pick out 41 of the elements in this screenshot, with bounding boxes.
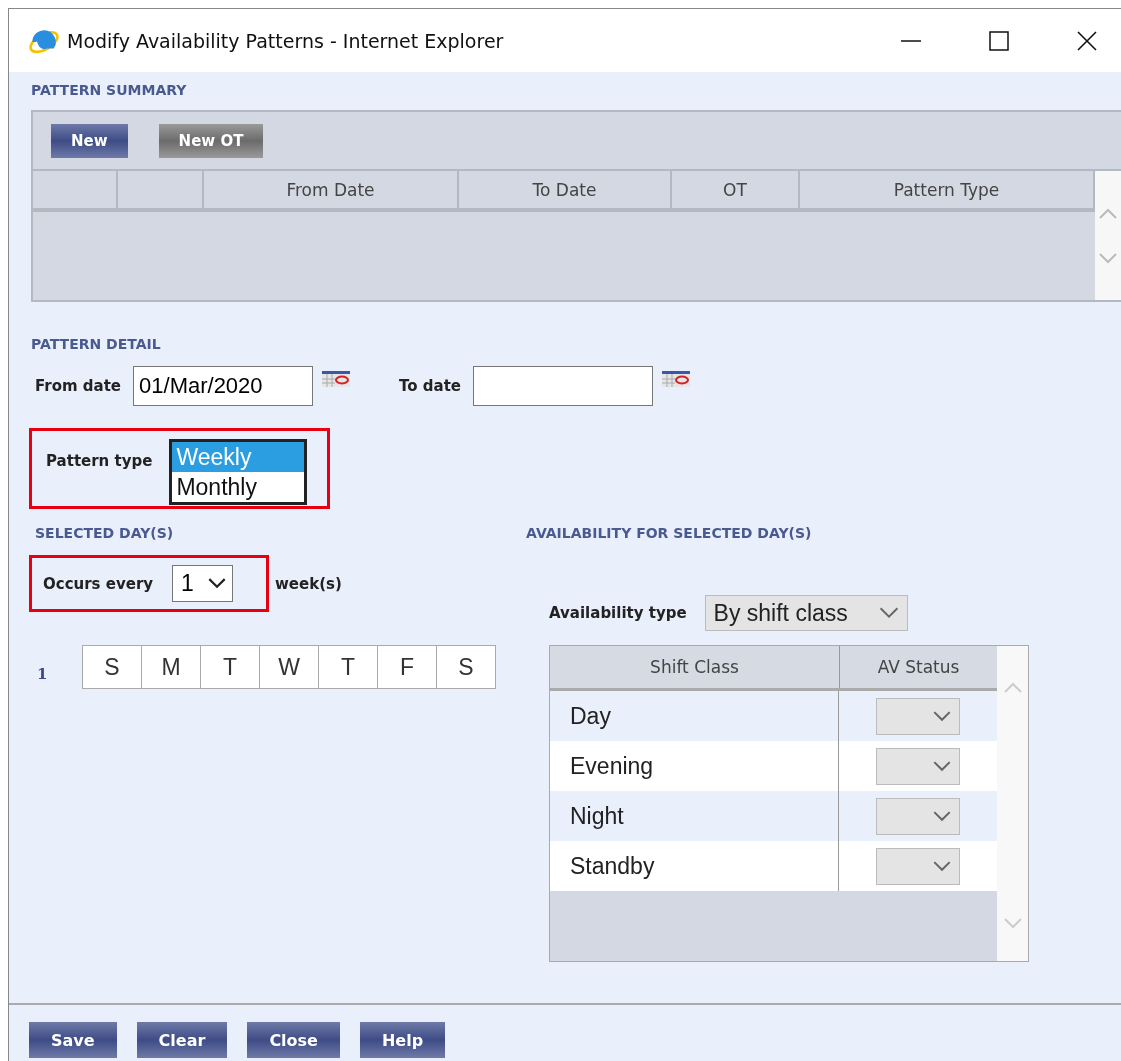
- day-cell[interactable]: T: [201, 646, 260, 688]
- footer-button[interactable]: Clear: [136, 1022, 228, 1058]
- field-label: Availability type: [549, 604, 687, 622]
- calendar-icon[interactable]: [661, 370, 692, 388]
- day-cell[interactable]: S: [83, 646, 142, 688]
- day-cell[interactable]: F: [378, 646, 437, 688]
- day-cell[interactable]: W: [260, 646, 319, 688]
- footer-button[interactable]: Save: [29, 1022, 117, 1058]
- column-header: OT: [672, 171, 800, 208]
- day-cell[interactable]: S: [437, 646, 495, 688]
- close-icon[interactable]: [1075, 28, 1099, 53]
- from-date-field[interactable]: 01/Mar/2020: [133, 366, 314, 406]
- interval-dropdown[interactable]: 1: [172, 565, 234, 602]
- week-number: 1: [36, 665, 49, 683]
- pattern-type-listbox[interactable]: Weekly Monthly: [169, 439, 308, 505]
- column-header: To Date: [459, 171, 672, 208]
- unit-label: week(s): [275, 574, 342, 593]
- maximize-icon[interactable]: [987, 28, 1011, 53]
- new-button[interactable]: New: [51, 123, 128, 158]
- section-heading: SELECTED DAY(S): [34, 525, 175, 541]
- caret-icon[interactable]: [208, 578, 227, 589]
- calendar-icon[interactable]: [321, 370, 352, 388]
- section-heading: AVAILABILITY FOR SELECTED DAY(S): [525, 525, 813, 541]
- window-title: Modify Availability Patterns - Internet Explorer: [67, 29, 504, 52]
- list-option[interactable]: Monthly: [172, 472, 305, 502]
- table-cell: Standby: [550, 841, 839, 891]
- section-heading: PATTERN SUMMARY: [31, 82, 188, 98]
- field-label: Occurs every: [43, 574, 154, 593]
- day-cell[interactable]: T: [319, 646, 378, 688]
- field-label: To date: [399, 377, 462, 395]
- section-heading: PATTERN DETAIL: [31, 336, 162, 352]
- footer-button[interactable]: Close: [247, 1022, 340, 1058]
- footer-button[interactable]: Help: [359, 1022, 446, 1058]
- day-cell[interactable]: M: [142, 646, 201, 688]
- field-label: Pattern type: [46, 452, 153, 470]
- column-header: From Date: [204, 171, 459, 208]
- to-date-field[interactable]: [473, 366, 654, 406]
- column-header: AV Status: [876, 656, 961, 679]
- availability-type-dropdown[interactable]: By shift class: [704, 595, 908, 631]
- column-header: Shift Class: [550, 646, 840, 688]
- field-label: From date: [35, 377, 122, 395]
